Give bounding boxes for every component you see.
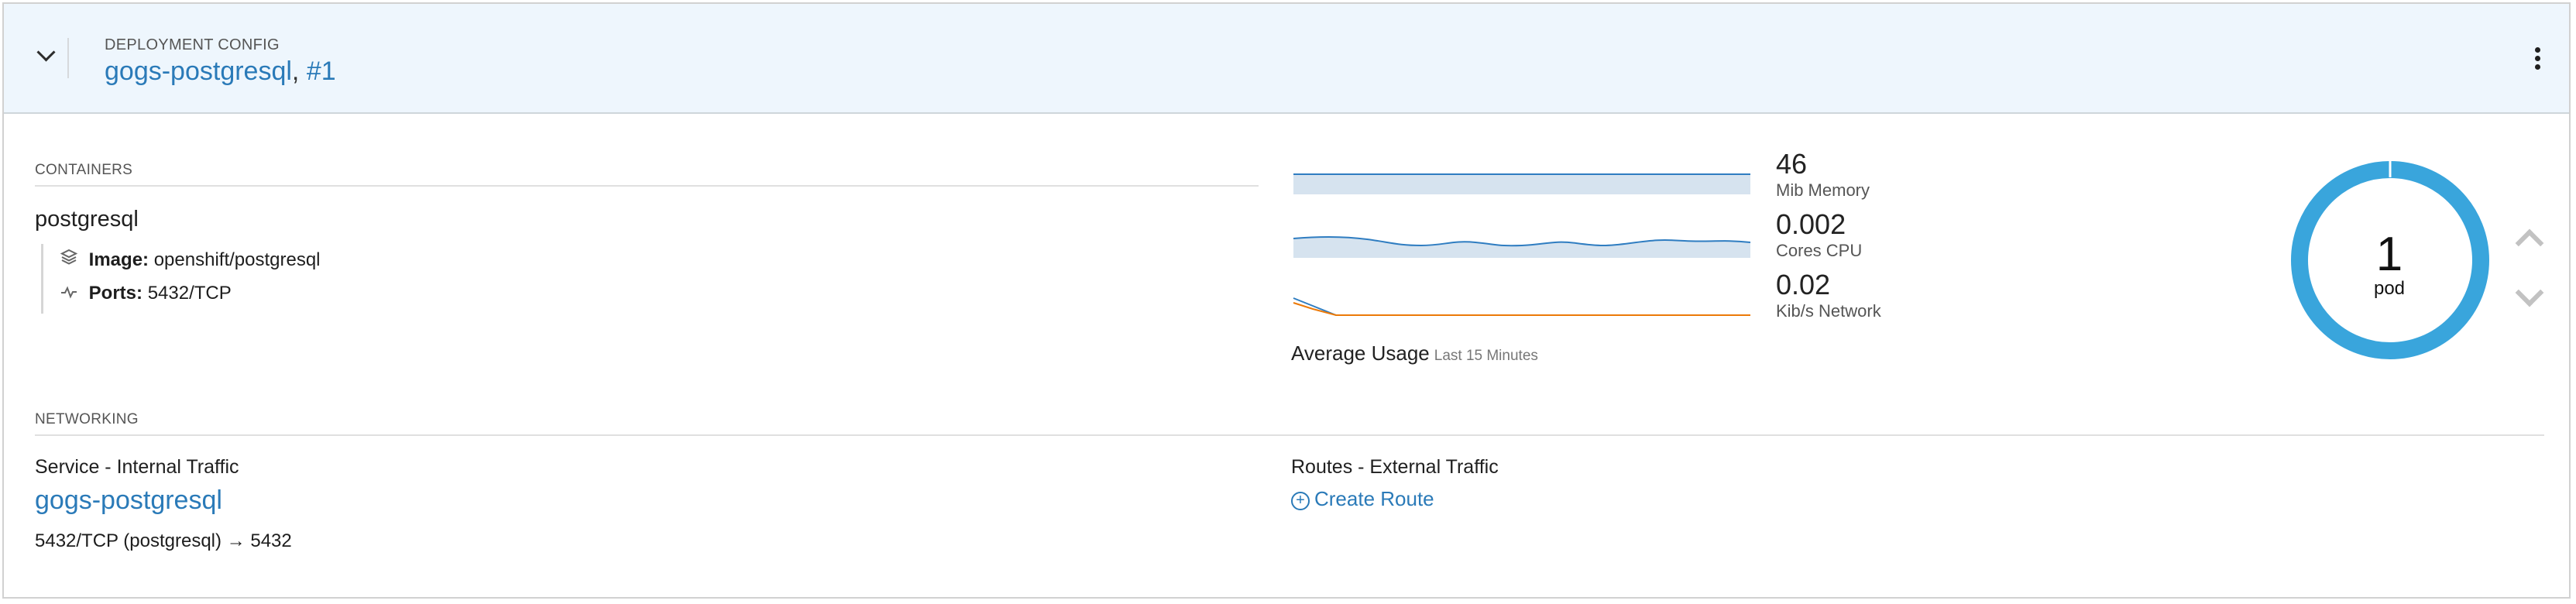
usage-title: Average Usage xyxy=(1291,341,1430,365)
pod-label: pod xyxy=(2373,278,2406,299)
average-usage-title: Average Usage Last 15 Minutes xyxy=(1291,341,1538,365)
cpu-value: 0.002 xyxy=(1776,208,1846,240)
deployment-name-link[interactable]: gogs-postgresql xyxy=(105,57,292,86)
deployment-card: DEPLOYMENT CONFIG gogs-postgresql, #1 CO… xyxy=(2,2,2571,599)
cpu-sparkline xyxy=(1293,235,1751,258)
deployment-config-label: DEPLOYMENT CONFIG xyxy=(105,36,280,53)
pulse-icon xyxy=(60,285,84,304)
plus-circle-icon[interactable]: + xyxy=(1291,492,1310,510)
chevron-down-icon[interactable] xyxy=(36,43,56,62)
network-value: 0.02 xyxy=(1776,269,1831,300)
service-link[interactable]: gogs-postgresql xyxy=(35,486,222,516)
collapse-toggle[interactable] xyxy=(30,38,69,78)
containers-section-label: CONTAINERS xyxy=(35,162,133,178)
deployment-header: DEPLOYMENT CONFIG gogs-postgresql, #1 xyxy=(4,4,2569,114)
ports-label: Ports: xyxy=(88,283,143,304)
container-details: Image: openshift/postgresql Ports: 5432/… xyxy=(41,244,321,314)
create-route-link[interactable]: + Create Route xyxy=(1291,487,1434,511)
networking-divider xyxy=(35,434,2544,436)
network-unit: Kib/s Network xyxy=(1776,301,1881,321)
deployment-title: gogs-postgresql, #1 xyxy=(105,57,336,87)
container-name: postgresql xyxy=(35,207,139,232)
routes-heading: Routes - External Traffic xyxy=(1291,456,1499,478)
chevron-down-icon[interactable] xyxy=(2515,278,2544,307)
ports-value: 5432/TCP xyxy=(147,283,232,304)
create-route-label[interactable]: Create Route xyxy=(1314,487,1434,510)
networking-section-label: NETWORKING xyxy=(35,411,139,427)
layers-icon xyxy=(60,249,84,270)
containers-divider xyxy=(35,185,1259,187)
kebab-menu-icon[interactable] xyxy=(2535,47,2541,75)
usage-sparklines xyxy=(1293,173,1751,316)
scale-up-button[interactable] xyxy=(2510,222,2546,258)
usage-period: Last 15 Minutes xyxy=(1434,348,1538,364)
title-separator: , xyxy=(291,57,300,86)
network-sparkline xyxy=(1293,297,1750,316)
cpu-unit: Cores CPU xyxy=(1776,241,1863,260)
memory-unit: Mib Memory xyxy=(1776,180,1870,200)
chevron-up-icon[interactable] xyxy=(2515,228,2544,258)
revision-link[interactable]: #1 xyxy=(307,57,336,86)
image-label: Image: xyxy=(88,249,149,270)
pod-count: 1 xyxy=(2375,228,2403,281)
memory-value: 46 xyxy=(1776,148,1808,180)
container-ports-line: Ports: 5432/TCP xyxy=(60,283,232,304)
image-value: openshift/postgresql xyxy=(153,249,321,270)
container-image-line: Image: openshift/postgresql xyxy=(60,249,321,271)
memory-sparkline xyxy=(1293,173,1750,194)
port-mapping: 5432/TCP (postgresql) → 5432 xyxy=(35,530,292,551)
service-heading: Service - Internal Traffic xyxy=(35,456,239,478)
scale-down-button[interactable] xyxy=(2510,278,2546,314)
